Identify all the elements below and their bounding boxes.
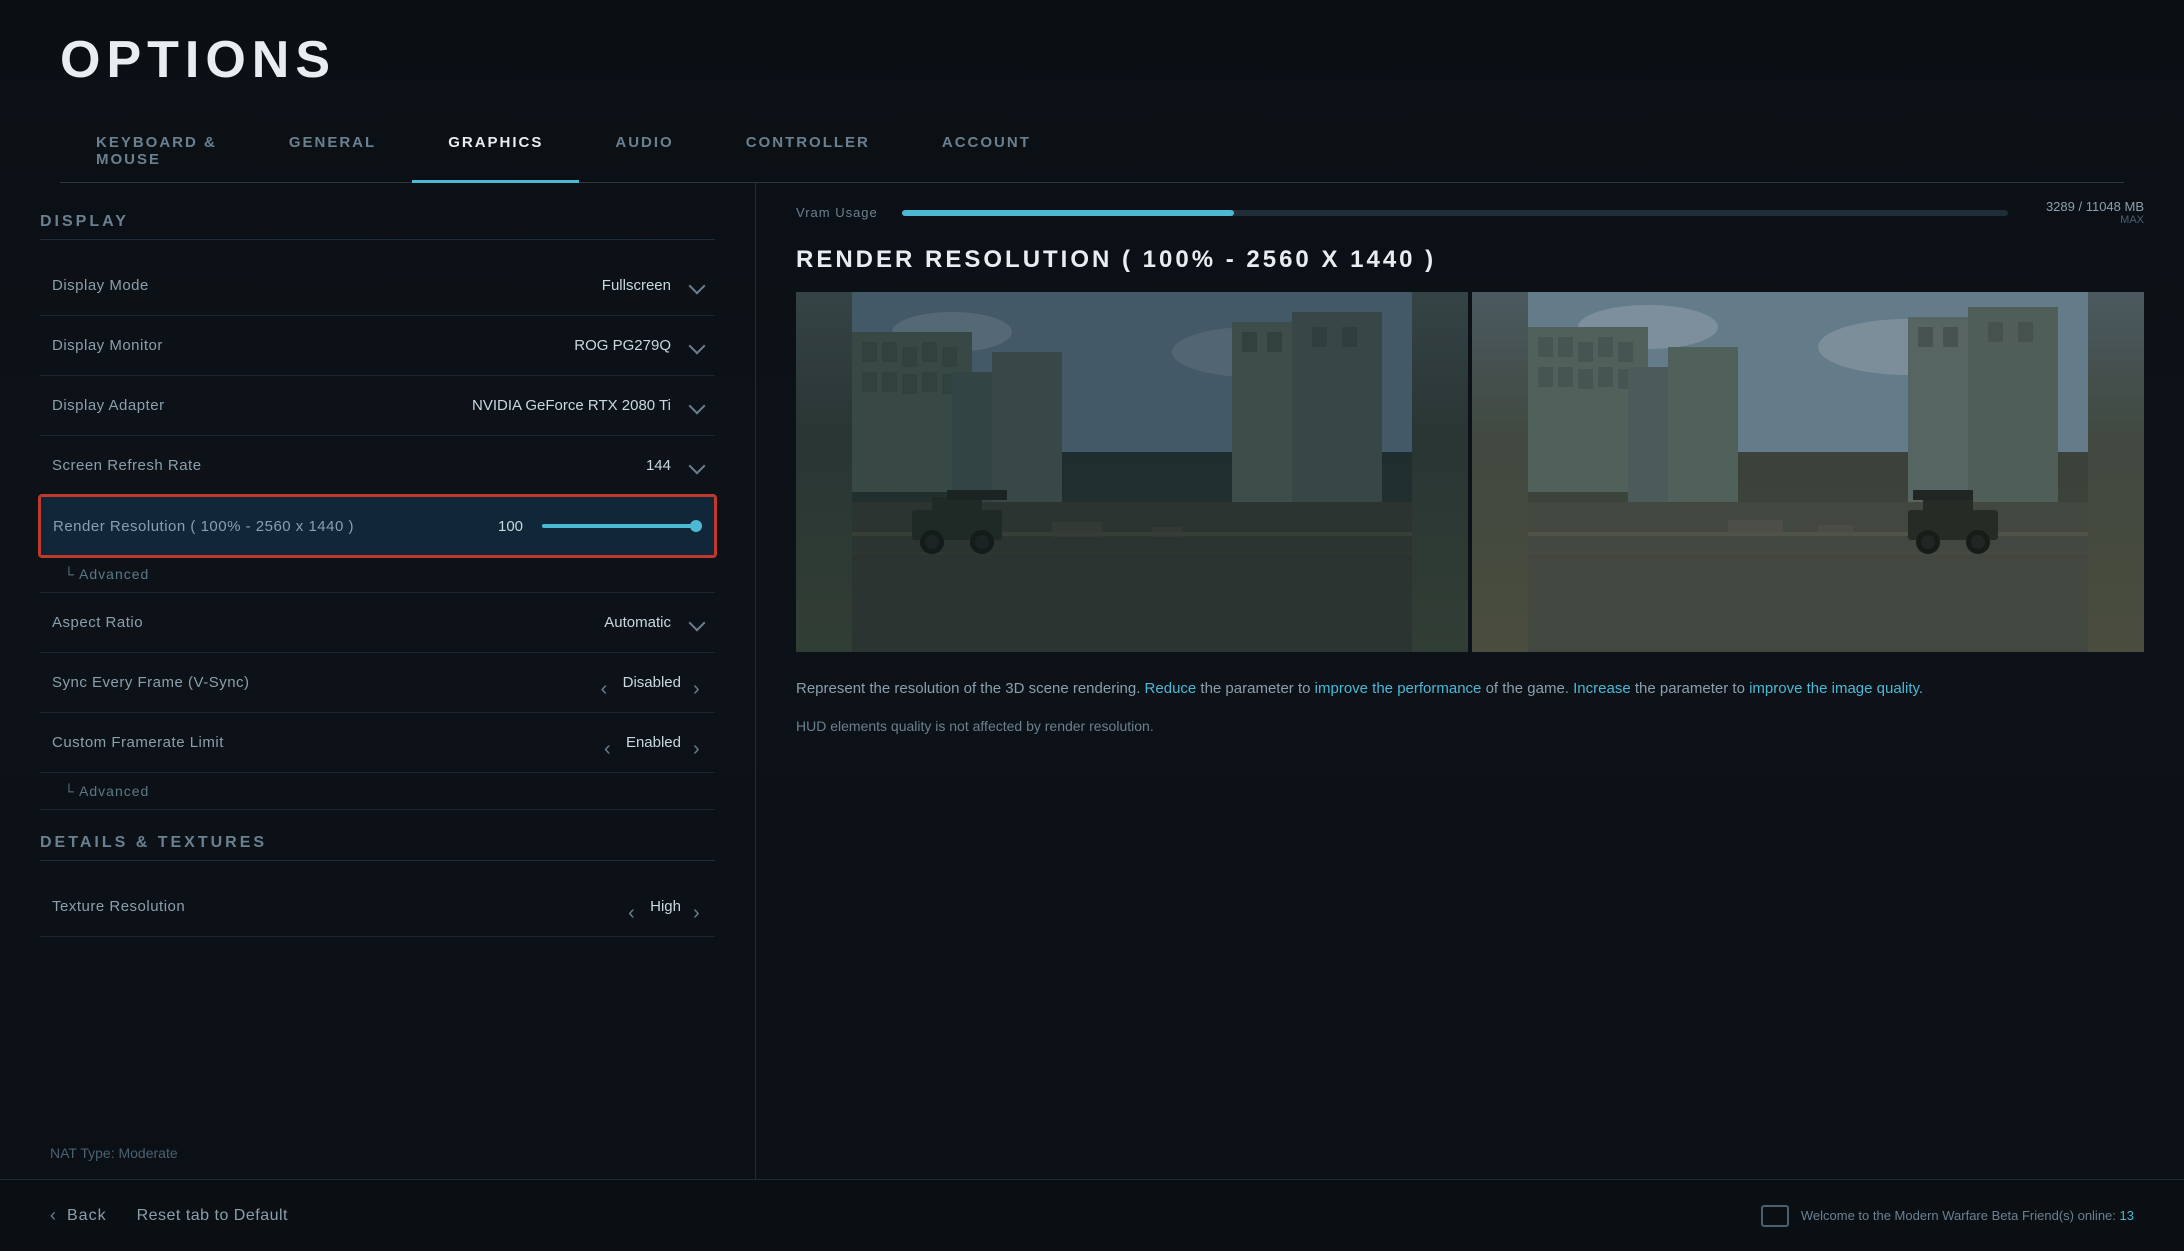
settings-panel: DISPLAY Display Mode Fullscreen Display … xyxy=(0,183,755,1179)
scene-svg-left xyxy=(796,292,1468,652)
framerate-limit-label: Custom Framerate Limit xyxy=(52,734,604,751)
render-resolution-label: Render Resolution ( 100% - 2560 x 1440 ) xyxy=(53,518,498,535)
display-monitor-value: ROG PG279Q xyxy=(574,337,703,354)
vsync-arrow-left[interactable] xyxy=(601,678,611,688)
chat-icon xyxy=(1761,1205,1789,1227)
display-monitor-label: Display Monitor xyxy=(52,337,574,354)
footer-status: Welcome to the Modern Warfare Beta Frien… xyxy=(1801,1208,2134,1223)
page-wrapper: OPTIONS KEYBOARD &MOUSE GENERAL GRAPHICS… xyxy=(0,0,2184,1251)
chevron-down-icon xyxy=(689,397,706,414)
advanced-label-1: └ Advanced xyxy=(64,566,149,582)
page-title: OPTIONS xyxy=(60,30,2124,90)
tab-keyboard-mouse[interactable]: KEYBOARD &MOUSE xyxy=(60,120,253,182)
preview-image-right xyxy=(1472,292,2144,652)
header: OPTIONS KEYBOARD &MOUSE GENERAL GRAPHICS… xyxy=(0,0,2184,183)
scene-svg-right xyxy=(1472,292,2144,652)
render-resolution-slider-track[interactable] xyxy=(542,524,702,528)
reduce-highlight: Reduce xyxy=(1145,680,1197,697)
footer: ‹ Back Reset tab to Default Welcome to t… xyxy=(0,1179,2184,1251)
display-mode-value: Fullscreen xyxy=(602,277,703,294)
display-adapter-row[interactable]: Display Adapter NVIDIA GeForce RTX 2080 … xyxy=(40,376,715,436)
back-button[interactable]: ‹ Back xyxy=(50,1205,107,1226)
improve-perf-highlight: improve the performance xyxy=(1315,680,1482,697)
tab-general[interactable]: GENERAL xyxy=(253,120,412,182)
texture-resolution-row[interactable]: Texture Resolution High xyxy=(40,877,715,937)
vram-bar-fill xyxy=(902,210,1234,216)
preview-images xyxy=(796,292,2144,652)
back-arrow-icon: ‹ xyxy=(50,1205,57,1226)
vram-bar-container xyxy=(902,210,2008,216)
framerate-arrow-left[interactable] xyxy=(604,738,614,748)
preview-image-left xyxy=(796,292,1468,652)
tab-controller[interactable]: CONTROLLER xyxy=(710,120,906,182)
texture-resolution-value: High xyxy=(628,898,703,915)
texture-resolution-label: Texture Resolution xyxy=(52,898,628,915)
advanced-row-2[interactable]: └ Advanced xyxy=(40,773,715,810)
increase-highlight: Increase xyxy=(1573,680,1631,697)
vram-max-label: MAX xyxy=(2120,214,2144,226)
slider-thumb xyxy=(690,520,702,532)
vram-label: Vram Usage xyxy=(796,205,886,220)
display-monitor-row[interactable]: Display Monitor ROG PG279Q xyxy=(40,316,715,376)
tab-audio[interactable]: AUDIO xyxy=(579,120,709,182)
display-adapter-label: Display Adapter xyxy=(52,397,472,414)
display-mode-row[interactable]: Display Mode Fullscreen xyxy=(40,256,715,316)
chevron-down-icon xyxy=(689,277,706,294)
render-resolution-value: 100 xyxy=(498,518,702,535)
aspect-ratio-value: Automatic xyxy=(604,614,703,631)
preview-title: RENDER RESOLUTION ( 100% - 2560 X 1440 ) xyxy=(796,246,2144,274)
main-content: DISPLAY Display Mode Fullscreen Display … xyxy=(0,183,2184,1179)
vsync-row[interactable]: Sync Every Frame (V-Sync) Disabled xyxy=(40,653,715,713)
friends-count: 13 xyxy=(2120,1208,2134,1223)
framerate-arrow-right[interactable] xyxy=(693,738,703,748)
tab-graphics[interactable]: GRAPHICS xyxy=(412,120,579,183)
vsync-value: Disabled xyxy=(601,674,703,691)
nav-tabs: KEYBOARD &MOUSE GENERAL GRAPHICS AUDIO C… xyxy=(60,120,2124,183)
preview-panel: Vram Usage 3289 / 11048 MB MAX RENDER RE… xyxy=(756,183,2184,1179)
advanced-label-2: └ Advanced xyxy=(64,783,149,799)
aspect-ratio-row[interactable]: Aspect Ratio Automatic xyxy=(40,593,715,653)
aspect-ratio-label: Aspect Ratio xyxy=(52,614,604,631)
screen-refresh-rate-value: 144 xyxy=(646,457,703,474)
chevron-down-icon xyxy=(689,457,706,474)
tab-account[interactable]: ACCOUNT xyxy=(906,120,1067,182)
nat-type: NAT Type: Moderate xyxy=(50,1145,178,1161)
advanced-row-1[interactable]: └ Advanced xyxy=(40,556,715,593)
screen-refresh-rate-label: Screen Refresh Rate xyxy=(52,457,646,474)
vram-section: Vram Usage 3289 / 11048 MB MAX xyxy=(796,199,2144,226)
footer-right: Welcome to the Modern Warfare Beta Frien… xyxy=(1761,1205,2134,1227)
display-adapter-value: NVIDIA GeForce RTX 2080 Ti xyxy=(472,397,703,414)
framerate-limit-value: Enabled xyxy=(604,734,703,751)
preview-note: HUD elements quality is not affected by … xyxy=(796,718,2144,734)
preview-description: Represent the resolution of the 3D scene… xyxy=(796,676,2144,702)
reset-button[interactable]: Reset tab to Default xyxy=(137,1207,288,1225)
vram-info: 3289 / 11048 MB MAX xyxy=(2024,199,2144,226)
screen-refresh-rate-row[interactable]: Screen Refresh Rate 144 xyxy=(40,436,715,496)
chevron-down-icon xyxy=(689,614,706,631)
improve-quality-highlight: improve the image quality. xyxy=(1749,680,1923,697)
footer-left: ‹ Back Reset tab to Default xyxy=(50,1205,288,1226)
render-resolution-row[interactable]: Render Resolution ( 100% - 2560 x 1440 )… xyxy=(40,496,715,556)
texture-arrow-left[interactable] xyxy=(628,902,638,912)
details-section-title: DETAILS & TEXTURES xyxy=(40,834,715,861)
vsync-arrow-right[interactable] xyxy=(693,678,703,688)
texture-arrow-right[interactable] xyxy=(693,902,703,912)
chevron-down-icon xyxy=(689,337,706,354)
display-mode-label: Display Mode xyxy=(52,277,602,294)
display-section-title: DISPLAY xyxy=(40,213,715,240)
vsync-label: Sync Every Frame (V-Sync) xyxy=(52,674,601,691)
framerate-limit-row[interactable]: Custom Framerate Limit Enabled xyxy=(40,713,715,773)
vram-value: 3289 / 11048 MB xyxy=(2024,199,2144,214)
slider-fill xyxy=(542,524,702,528)
render-resolution-slider-container: 100 xyxy=(498,518,702,535)
